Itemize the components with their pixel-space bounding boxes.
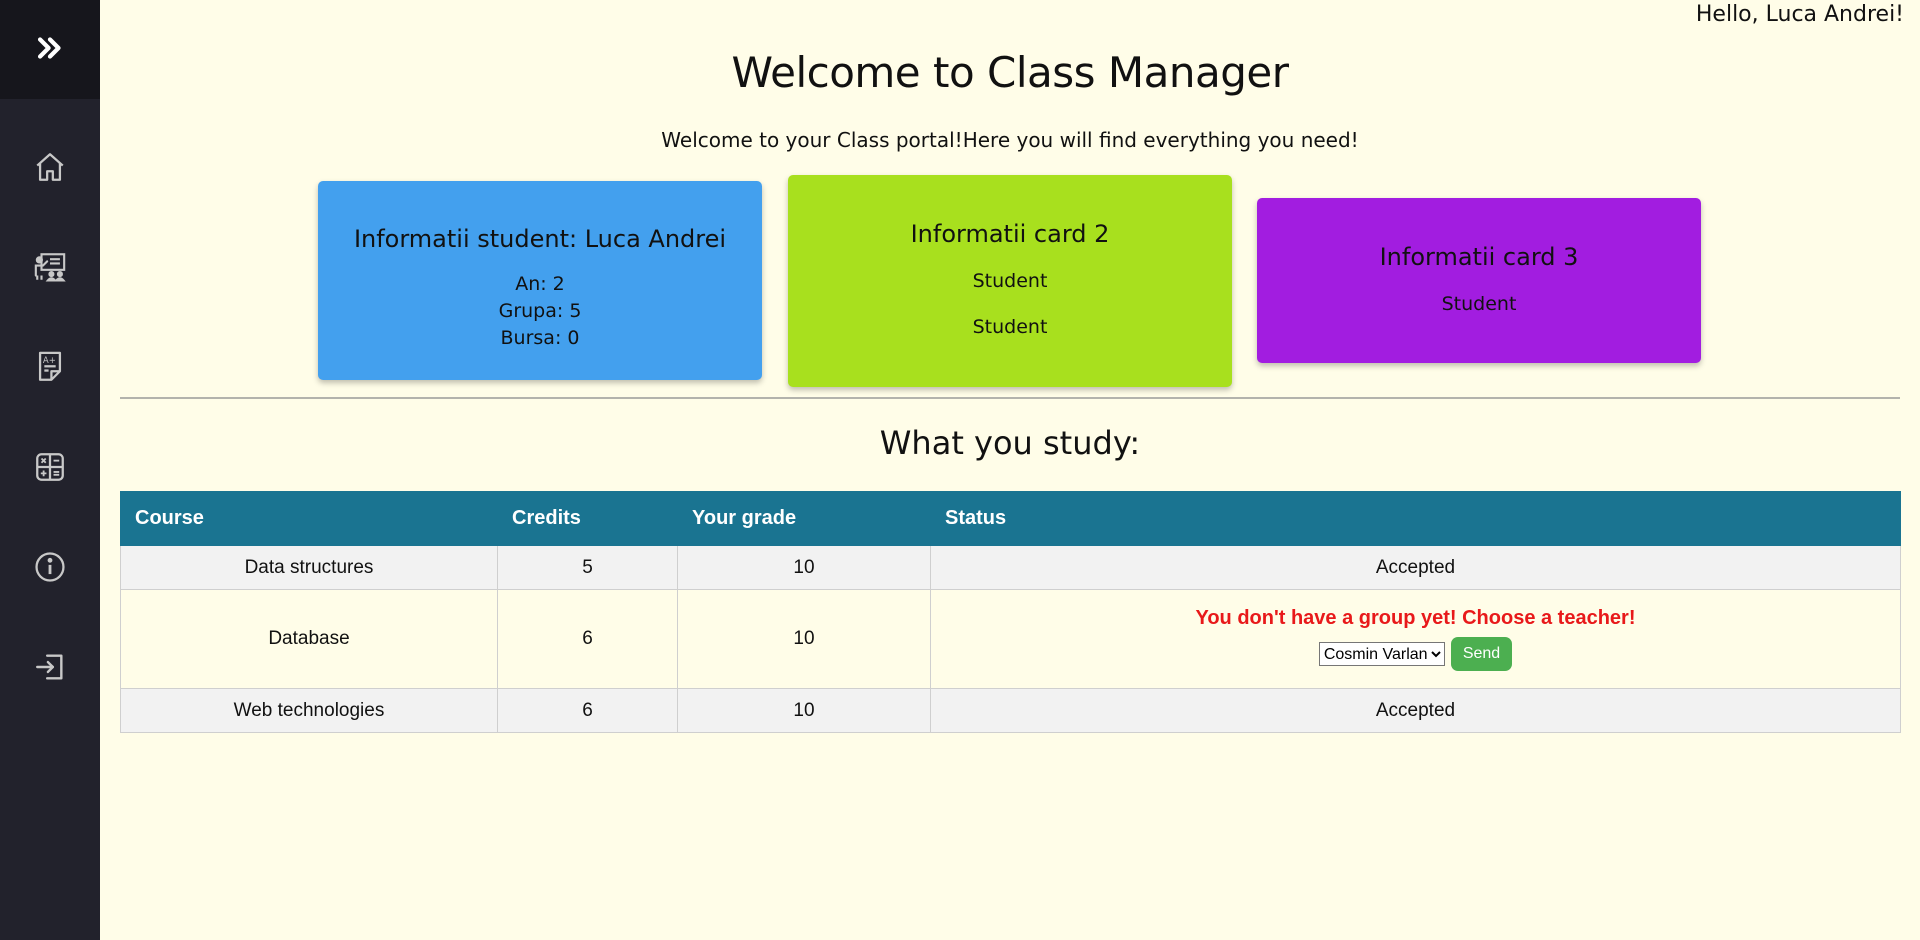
course-cell: Database xyxy=(120,589,498,689)
send-button[interactable]: Send xyxy=(1450,637,1513,671)
sidebar-item-info[interactable] xyxy=(0,539,100,599)
sidebar: A+ xyxy=(0,0,100,940)
sidebar-item-logout[interactable] xyxy=(0,639,100,699)
page-subtitle: Welcome to your Class portal!Here you wi… xyxy=(661,128,1359,152)
column-header-grade: Your grade xyxy=(677,491,931,546)
main-content: Hello, Luca Andrei! Welcome to Class Man… xyxy=(100,0,1920,940)
sidebar-toggle[interactable] xyxy=(0,0,100,99)
calculator-icon xyxy=(33,450,67,488)
course-cell: Data structures xyxy=(120,545,498,590)
svg-text:A+: A+ xyxy=(43,356,56,366)
grade-cell: 10 xyxy=(677,545,931,590)
card-title: Informatii card 3 xyxy=(1379,243,1579,271)
sidebar-item-home[interactable] xyxy=(0,139,100,199)
card-title: Informatii student: Luca Andrei xyxy=(353,225,727,253)
info-icon xyxy=(33,550,67,588)
card-line: Student xyxy=(972,270,1048,292)
page-title: Welcome to Class Manager xyxy=(731,48,1289,97)
info-card-3: Informatii card 3 Student xyxy=(1257,198,1701,363)
section-divider xyxy=(120,397,1900,399)
sidebar-item-calculator[interactable] xyxy=(0,439,100,499)
grade-cell: 10 xyxy=(677,589,931,689)
card-line-year: An: 2 xyxy=(515,273,565,295)
card-line-scholarship: Bursa: 0 xyxy=(500,327,580,349)
table-row: Data structures 5 10 Accepted xyxy=(120,545,1901,590)
home-icon xyxy=(33,150,67,188)
credits-cell: 5 xyxy=(497,545,678,590)
status-cell: You don't have a group yet! Choose a tea… xyxy=(930,589,1901,689)
teacher-select[interactable]: Cosmin Varlan xyxy=(1318,642,1445,666)
table-row: Web technologies 6 10 Accepted xyxy=(120,688,1901,733)
status-cell: Accepted xyxy=(930,688,1901,733)
teacher-choice-controls: Cosmin Varlan Send xyxy=(931,637,1900,671)
info-card-2: Informatii card 2 Student Student xyxy=(788,175,1232,387)
teacher-classroom-icon xyxy=(33,250,67,288)
card-line-group: Grupa: 5 xyxy=(498,300,582,322)
card-title: Informatii card 2 xyxy=(910,220,1110,248)
no-group-warning: You don't have a group yet! Choose a tea… xyxy=(1195,607,1636,629)
sidebar-item-classroom[interactable] xyxy=(0,239,100,299)
sidebar-item-grades[interactable]: A+ xyxy=(0,339,100,399)
credits-cell: 6 xyxy=(497,589,678,689)
courses-table: Course Credits Your grade Status Data st… xyxy=(120,491,1901,733)
grade-sheet-icon: A+ xyxy=(33,350,67,388)
card-line: Student xyxy=(1441,293,1517,315)
table-row: Database 6 10 You don't have a group yet… xyxy=(120,589,1901,689)
course-cell: Web technologies xyxy=(120,688,498,733)
double-chevron-right-icon xyxy=(33,31,67,69)
card-line: Student xyxy=(972,316,1048,338)
column-header-credits: Credits xyxy=(497,491,678,546)
status-cell: Accepted xyxy=(930,545,1901,590)
logout-icon xyxy=(33,650,67,688)
table-header-row: Course Credits Your grade Status xyxy=(120,491,1901,546)
user-greeting: Hello, Luca Andrei! xyxy=(1695,2,1904,27)
study-section-title: What you study: xyxy=(879,424,1141,462)
credits-cell: 6 xyxy=(497,688,678,733)
grade-cell: 10 xyxy=(677,688,931,733)
student-info-card: Informatii student: Luca Andrei An: 2 Gr… xyxy=(318,181,762,380)
column-header-status: Status xyxy=(930,491,1901,546)
column-header-course: Course xyxy=(120,491,498,546)
